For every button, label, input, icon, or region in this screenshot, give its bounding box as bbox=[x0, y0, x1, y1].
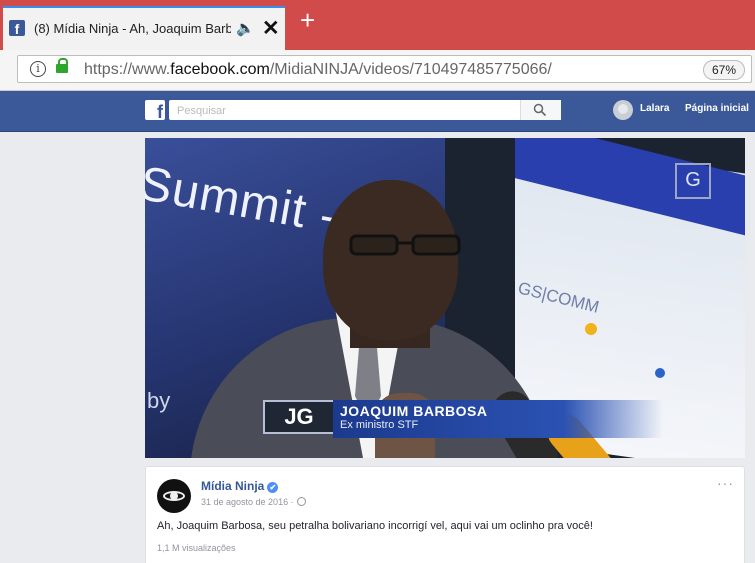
new-tab-button[interactable]: + bbox=[300, 6, 315, 34]
facebook-favicon-icon: f bbox=[9, 20, 25, 37]
url-domain: facebook.com bbox=[170, 61, 270, 78]
user-name-link[interactable]: Lalara bbox=[640, 103, 669, 114]
address-bar[interactable]: i https://www.facebook.com/MidiaNINJA/vi… bbox=[17, 55, 752, 83]
url-text[interactable]: https://www.facebook.com/MidiaNINJA/vide… bbox=[84, 61, 552, 79]
video-screen-dot bbox=[585, 323, 597, 335]
view-count: 1,1 M visualizações bbox=[157, 543, 236, 553]
more-options-icon[interactable]: ··· bbox=[717, 475, 734, 491]
globe-icon bbox=[296, 497, 306, 506]
page-name-link[interactable]: Mídia Ninja ✔ bbox=[201, 479, 279, 493]
search-button[interactable] bbox=[520, 100, 561, 120]
lock-icon[interactable] bbox=[56, 58, 68, 73]
post-card: Mídia Ninja ✔ 31 de agosto de 2016 · ··· … bbox=[145, 466, 745, 563]
video-player[interactable]: Summit - by GS|COMM G JG JOAQUIM BARBOSA… bbox=[145, 138, 745, 458]
facebook-logo-icon[interactable]: f bbox=[145, 100, 165, 120]
page-name: Mídia Ninja bbox=[201, 479, 265, 493]
url-path: /MidiaNINJA/videos/710497485775066/ bbox=[269, 61, 552, 78]
browser-tab-strip: f (8) Mídia Ninja - Ah, Joaquim Barbosa … bbox=[0, 0, 755, 50]
post-text: Ah, Joaquim Barbosa, seu petralha boliva… bbox=[157, 520, 593, 532]
facebook-header: f Lalara Página inicial bbox=[0, 91, 755, 132]
video-person-head bbox=[323, 180, 458, 340]
user-avatar[interactable] bbox=[613, 100, 633, 120]
video-screen-dot bbox=[655, 368, 665, 378]
zoom-level-button[interactable]: 67% bbox=[702, 60, 745, 80]
page-avatar[interactable] bbox=[157, 479, 191, 513]
post-date[interactable]: 31 de agosto de 2016 · bbox=[201, 497, 306, 507]
verified-badge-icon: ✔ bbox=[267, 482, 279, 493]
video-backdrop-small-text: by bbox=[147, 388, 171, 413]
browser-navigation-bar: i https://www.facebook.com/MidiaNINJA/vi… bbox=[0, 50, 755, 91]
video-channel-logo: JG bbox=[263, 400, 335, 434]
search-box bbox=[169, 100, 559, 120]
video-lower-third-role: Ex ministro STF bbox=[340, 419, 419, 431]
video-lower-third-name: JOAQUIM BARBOSA bbox=[340, 403, 488, 419]
tab-title: (8) Mídia Ninja - Ah, Joaquim Barbosa bbox=[34, 21, 231, 36]
home-link[interactable]: Página inicial bbox=[685, 103, 749, 114]
close-tab-icon[interactable]: ✕ bbox=[262, 16, 280, 41]
post-date-text: 31 de agosto de 2016 · bbox=[201, 497, 294, 507]
video-corner-logo: G bbox=[675, 163, 711, 199]
info-icon[interactable]: i bbox=[30, 61, 46, 77]
search-input[interactable] bbox=[175, 102, 519, 120]
url-prefix: https://www. bbox=[84, 61, 171, 78]
speaker-icon[interactable]: 🔈 bbox=[236, 19, 255, 37]
video-person-glasses bbox=[349, 234, 461, 256]
browser-tab-active[interactable]: f (8) Mídia Ninja - Ah, Joaquim Barbosa … bbox=[3, 6, 285, 50]
search-icon bbox=[533, 103, 547, 117]
